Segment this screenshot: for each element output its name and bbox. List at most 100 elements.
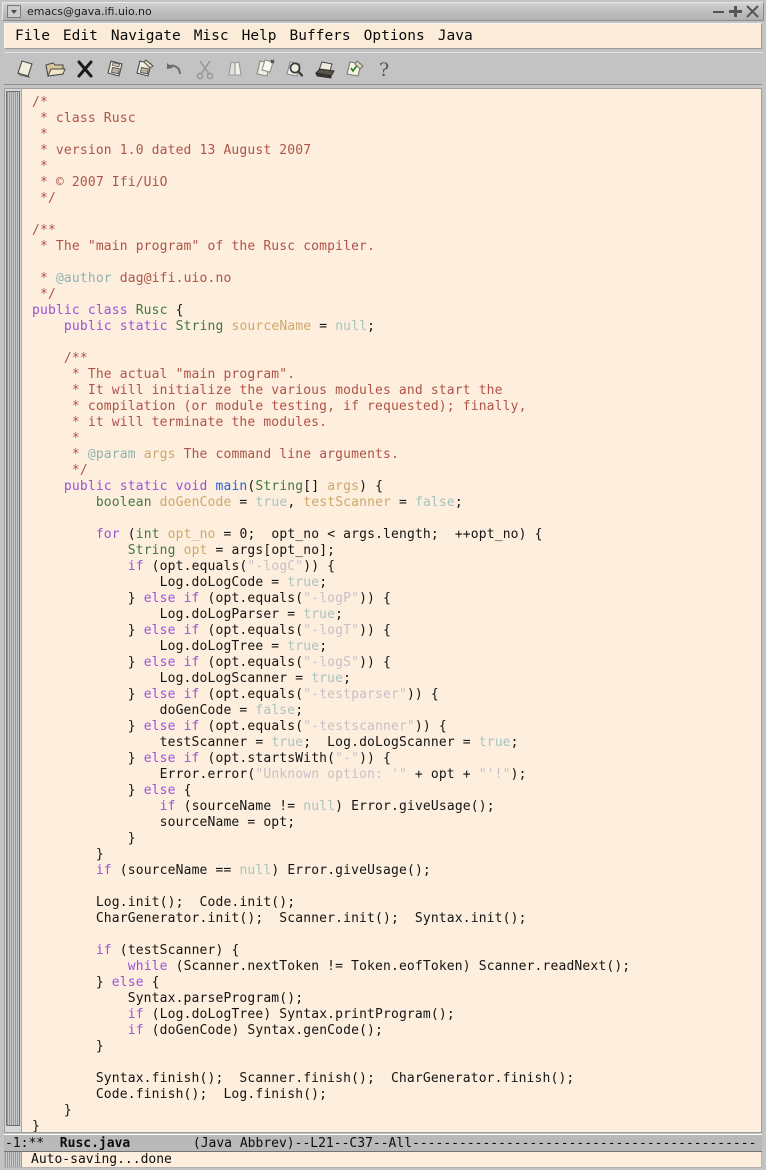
code-token: } [32, 719, 144, 734]
minibuffer[interactable]: Auto-saving...done [4, 1152, 762, 1168]
code-line: } else if (opt.equals("-testparser")) { [32, 687, 761, 703]
menu-item-edit[interactable]: Edit [63, 28, 98, 44]
code-token: (opt.equals( [199, 687, 304, 702]
menu-item-options[interactable]: Options [364, 28, 425, 44]
code-token: args [327, 479, 360, 494]
save-icon[interactable] [103, 57, 127, 81]
new-file-icon[interactable] [13, 57, 37, 81]
code-line: */ [32, 287, 761, 303]
code-token: (opt.equals( [199, 655, 304, 670]
close-buffer-icon[interactable] [73, 57, 97, 81]
code-line: public class Rusc { [32, 303, 761, 319]
code-token: } [32, 847, 104, 862]
code-token: * The actual "main program". [32, 367, 296, 382]
code-line: testScanner = true; Log.doLogScanner = t… [32, 735, 761, 751]
code-token: if [95, 863, 112, 878]
code-line: if (sourceName != null) Error.giveUsage(… [32, 799, 761, 815]
code-token: else if [143, 591, 200, 606]
menu-item-java[interactable]: Java [438, 28, 473, 44]
code-token: Log.doLogCode = [32, 575, 288, 590]
code-token: doGenCode [159, 495, 232, 510]
mode-line: -1:** Rusc.java (Java Abbrev)--L21--C37-… [4, 1134, 762, 1152]
menu-item-buffers[interactable]: Buffers [290, 28, 351, 44]
code-line: if (doGenCode) Syntax.genCode(); [32, 1023, 761, 1039]
code-token: } [32, 975, 112, 990]
code-line: if (testScanner) { [32, 943, 761, 959]
menu-item-file[interactable]: File [15, 28, 50, 44]
modeline-gap1 [44, 1136, 60, 1151]
code-token: sourceName = opt; [32, 815, 296, 830]
cut-scissors-icon[interactable] [193, 57, 217, 81]
code-token: ) Error.giveUsage(); [335, 799, 495, 814]
vertical-scrollbar[interactable] [5, 89, 22, 1132]
code-token: if [127, 1023, 144, 1038]
menu-item-navigate[interactable]: Navigate [111, 28, 181, 44]
modeline-buffer-name[interactable]: Rusc.java [60, 1136, 130, 1151]
help-icon[interactable]: ? [373, 57, 397, 81]
code-line: Syntax.parseProgram(); [32, 991, 761, 1007]
menu-item-help[interactable]: Help [242, 28, 277, 44]
minimize-button[interactable] [710, 4, 727, 19]
code-token: * [32, 159, 48, 174]
code-line: } else if (opt.equals("-logT")) { [32, 623, 761, 639]
code-token: (Log.doLogTree) Syntax.printProgram(); [143, 1007, 455, 1022]
menu-item-misc[interactable]: Misc [194, 28, 229, 44]
code-token: "-logP" [303, 591, 360, 606]
code-token: The command line arguments. [175, 447, 399, 462]
search-icon[interactable] [283, 57, 307, 81]
copy-icon[interactable] [223, 57, 247, 81]
code-token: sourceName [231, 319, 312, 334]
scrollbar-thumb[interactable] [6, 91, 20, 1126]
code-token: (sourceName != [175, 799, 304, 814]
code-token: } [32, 655, 144, 670]
code-line: String opt = args[opt_no]; [32, 543, 761, 559]
undo-icon[interactable] [163, 57, 187, 81]
code-token: (opt.startsWith( [199, 751, 336, 766]
code-token: (testScanner) { [111, 943, 240, 958]
code-token: { [143, 975, 160, 990]
code-token: ; [335, 607, 344, 622]
code-token: )) { [406, 687, 439, 702]
print-icon[interactable] [313, 57, 337, 81]
code-token: ; [367, 319, 376, 334]
modeline-position: --L21--C37--All [294, 1136, 413, 1151]
code-token: * class Rusc [32, 111, 136, 126]
code-token: true [271, 735, 304, 750]
code-token: (Scanner.nextToken != Token.eofToken) Sc… [167, 959, 631, 974]
code-token: ( [119, 527, 136, 542]
code-token: for [95, 527, 120, 542]
save-as-icon[interactable] [133, 57, 157, 81]
window-menu-icon[interactable] [7, 5, 21, 18]
code-token: = args[opt_no]; [207, 543, 336, 558]
code-token: testScanner [303, 495, 392, 510]
code-line: Log.doLogScanner = true; [32, 671, 761, 687]
code-line: /** [32, 351, 761, 367]
code-token: */ [32, 463, 88, 478]
code-buffer[interactable]: /* * class Rusc * * version 1.0 dated 13… [32, 89, 761, 1132]
maximize-button[interactable] [727, 4, 744, 19]
code-token: null [335, 319, 368, 334]
code-token: else if [143, 751, 200, 766]
code-token: ) Error.giveUsage(); [271, 863, 431, 878]
menu-bar: File Edit Navigate Misc Help Buffers Opt… [4, 23, 762, 49]
close-button[interactable] [744, 4, 761, 19]
modeline-prefix: -1:** [5, 1136, 45, 1151]
open-folder-icon[interactable] [43, 57, 67, 81]
code-token: } [32, 687, 144, 702]
code-token: Code.finish(); Log.finish(); [32, 1087, 328, 1102]
code-token: "-" [335, 751, 360, 766]
modeline-major-mode[interactable]: (Java Abbrev) [193, 1136, 295, 1151]
code-token: } [32, 831, 136, 846]
code-token: Log.doLogParser = [32, 607, 304, 622]
code-token: int [135, 527, 160, 542]
paste-icon[interactable] [253, 57, 277, 81]
code-token: @param [87, 447, 136, 462]
spellcheck-icon[interactable] [343, 57, 367, 81]
